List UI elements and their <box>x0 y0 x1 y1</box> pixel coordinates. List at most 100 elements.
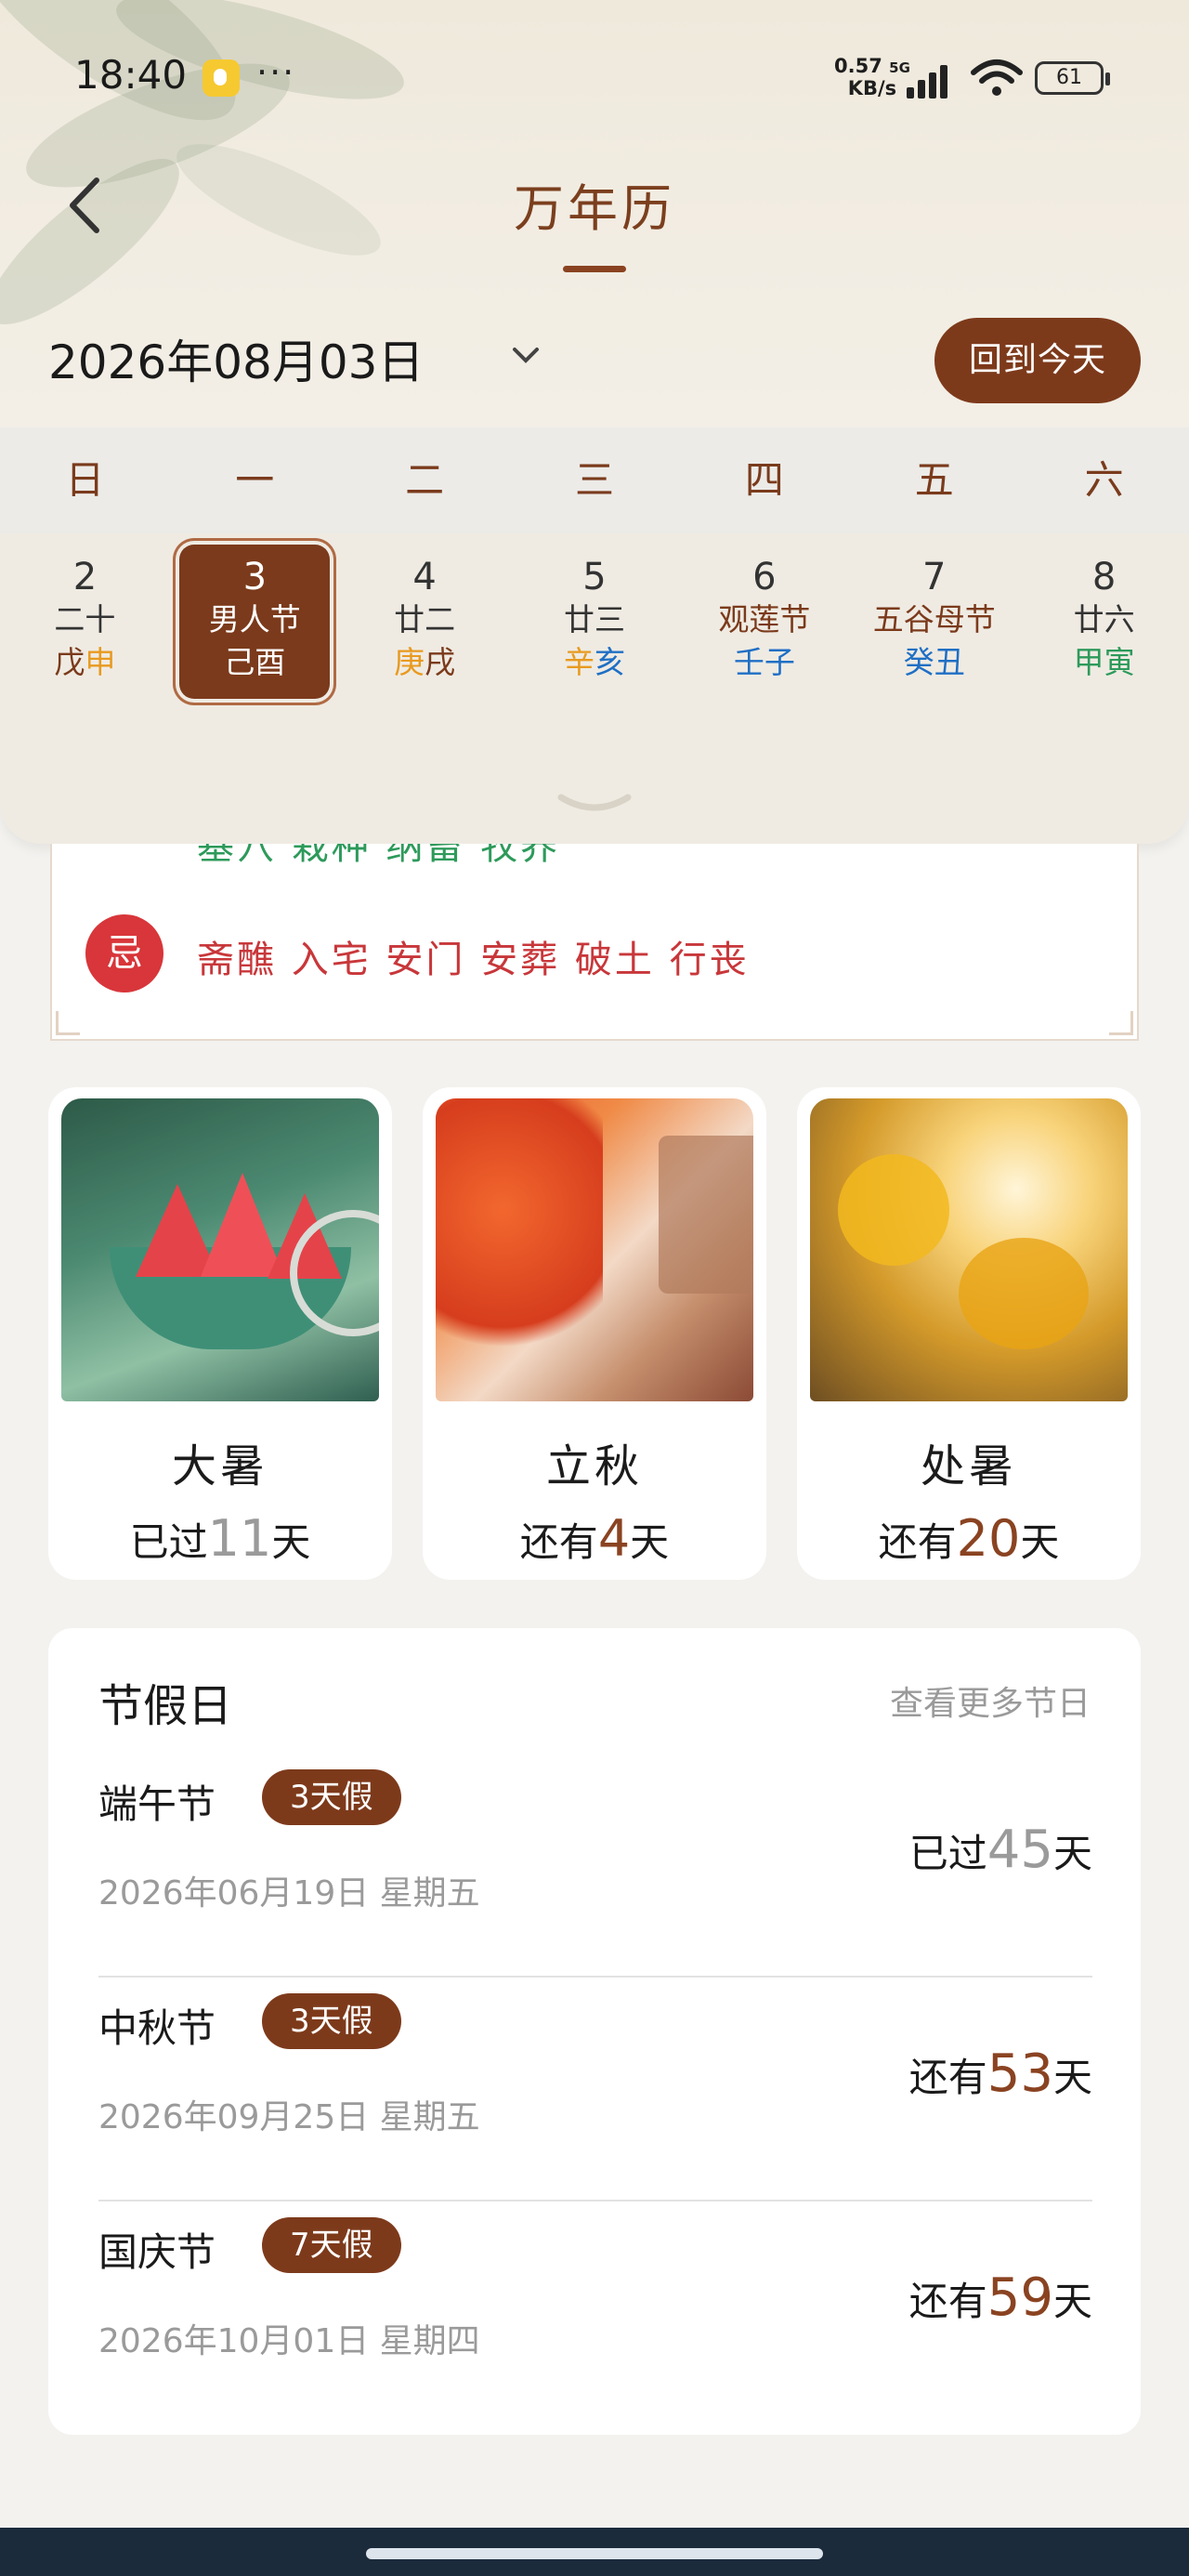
day-number: 3 <box>242 556 268 598</box>
calendar-day[interactable]: 7 五谷母节 癸丑 <box>849 545 1019 699</box>
page-title: 万年历 <box>514 179 675 238</box>
weekday-label: 五 <box>914 457 954 503</box>
app-notification-icon <box>203 59 240 97</box>
almanac-card[interactable]: 基穴 栽种 纳畜 牧养 忌 斋醮 入宅 安门 安葬 破土 行丧 <box>50 844 1139 1041</box>
wifi-icon <box>971 59 1023 96</box>
week-days-row: 2 二十 戊申 3 男人节 己酉 4 廿二 庚戌 5 廿三 辛亥 6 观莲节 壬子 7 五谷母节 癸丑 8 廿六 甲寅 <box>0 545 1189 699</box>
earthly-branch: 酉 <box>255 644 286 680</box>
divider <box>98 2200 1092 2201</box>
solar-term-card[interactable]: 大暑 已过11天 <box>48 1087 392 1580</box>
ganzhi-label: 辛亥 <box>510 641 680 684</box>
calendar-day[interactable]: 6 观莲节壬子 <box>679 545 849 699</box>
lunar-date: 廿二 <box>394 601 456 637</box>
weekday-label: 一 <box>235 457 275 503</box>
earthly-branch: 亥 <box>594 644 625 680</box>
holiday-name: 国庆节 <box>98 2229 216 2275</box>
countdown-prefix: 已过 <box>908 1831 987 1876</box>
weekday-label: 六 <box>1084 457 1124 503</box>
earthly-branch: 子 <box>764 644 795 680</box>
calendar-day[interactable]: 3 男人节己酉 <box>170 545 340 699</box>
home-indicator[interactable] <box>366 2548 823 2559</box>
countdown-suffix: 天 <box>1052 2055 1092 2100</box>
solar-term-card[interactable]: 处暑 还有20天 <box>797 1087 1141 1580</box>
day-number: 4 <box>412 556 437 598</box>
suitable-activities: 基穴 栽种 纳畜 牧养 <box>197 844 561 868</box>
corner-ornament <box>56 1011 80 1035</box>
lunar-date: 观莲节 <box>718 601 811 637</box>
heavenly-stem: 壬 <box>733 644 764 680</box>
holidays-card: 节假日 查看更多节日 端午节 3天假 2026年06月19日 星期五 已过45天… <box>48 1628 1141 2435</box>
heavenly-stem: 戊 <box>54 644 85 680</box>
countdown-suffix: 天 <box>1020 1519 1060 1565</box>
date-selector[interactable]: 2026年08月03日 <box>48 325 425 392</box>
holiday-countdown: 还有53天 <box>909 2044 1092 2104</box>
ginkgo-leaves-image <box>810 1098 1128 1401</box>
day-number: 6 <box>752 556 777 598</box>
expand-handle-icon[interactable] <box>555 792 634 816</box>
calendar-day[interactable]: 4 廿二庚戌 <box>340 545 510 699</box>
back-to-today-button[interactable]: 回到今天 <box>934 318 1141 403</box>
countdown-days: 59 <box>986 2267 1053 2328</box>
earthly-branch: 申 <box>85 644 116 680</box>
ganzhi-label: 戊申 <box>0 641 170 684</box>
chevron-down-icon[interactable] <box>509 344 542 366</box>
heavenly-stem: 庚 <box>394 644 425 680</box>
earthly-branch: 丑 <box>934 644 965 680</box>
avoid-badge: 忌 <box>85 914 163 992</box>
countdown-prefix: 还有 <box>878 1519 957 1565</box>
holiday-item[interactable]: 国庆节 7天假 2026年10月01日 星期四 还有59天 <box>98 2217 1092 2446</box>
network-speed: 0.57 5G KB/s <box>834 56 910 99</box>
status-bar: 18:40 ··· 0.57 5G KB/s 61 <box>0 0 1189 158</box>
maple-leaves-image <box>436 1098 753 1401</box>
countdown-suffix: 天 <box>1052 2279 1092 2324</box>
calendar-day[interactable]: 2 二十 戊申 <box>0 545 170 699</box>
weekday-header: 日 一 二 三 四 五 六 <box>0 427 1189 533</box>
heavenly-stem: 己 <box>224 644 255 680</box>
earthly-branch: 寅 <box>1104 644 1135 680</box>
ganzhi-label: 甲寅 <box>1019 641 1189 684</box>
holiday-countdown: 已过45天 <box>909 1820 1092 1880</box>
day-number: 2 <box>72 556 98 598</box>
countdown-prefix: 还有 <box>519 1519 598 1565</box>
network-speed-value: 0.57 <box>834 55 882 77</box>
day-number: 8 <box>1091 556 1117 598</box>
heavenly-stem: 甲 <box>1073 644 1104 680</box>
week-calendar: 2 二十 戊申 3 男人节 己酉 4 廿二 庚戌 5 廿三 辛亥 6 观莲节 壬子 7 五谷母节 癸丑 8 廿六 甲寅 <box>0 533 1189 844</box>
ganzhi-label: 己酉 <box>170 641 340 684</box>
countdown-days: 20 <box>956 1509 1021 1568</box>
divider <box>98 1976 1092 1978</box>
more-holidays-link[interactable]: 查看更多节日 <box>890 1676 1091 1725</box>
holiday-date: 2026年10月01日 星期四 <box>98 2322 480 2360</box>
battery-icon: 61 <box>1035 61 1110 95</box>
earthly-branch: 戌 <box>425 644 456 680</box>
day-number: 7 <box>922 556 947 598</box>
countdown-days: 11 <box>207 1509 272 1568</box>
holiday-name: 端午节 <box>98 1781 216 1827</box>
holiday-item[interactable]: 中秋节 3天假 2026年09月25日 星期五 还有53天 <box>98 1993 1092 2222</box>
solar-term-countdown: 还有4天 <box>436 1509 753 1568</box>
corner-ornament <box>1109 1011 1133 1035</box>
avoid-activities: 斋醮 入宅 安门 安葬 破土 行丧 <box>197 939 750 981</box>
status-time: 18:40 <box>74 52 188 98</box>
lunar-date: 男人节 <box>208 601 301 637</box>
calendar-day[interactable]: 8 廿六甲寅 <box>1019 545 1189 699</box>
solar-term-name: 处暑 <box>920 1440 1017 1492</box>
holiday-item[interactable]: 端午节 3天假 2026年06月19日 星期五 已过45天 <box>98 1769 1092 1998</box>
countdown-days: 45 <box>986 1820 1053 1880</box>
countdown-prefix: 已过 <box>129 1519 208 1565</box>
ganzhi-label: 庚戌 <box>340 641 510 684</box>
solar-term-countdown: 还有20天 <box>810 1509 1128 1568</box>
title-underline <box>563 266 626 272</box>
calendar-day[interactable]: 5 廿三 辛亥 <box>510 545 680 699</box>
weekday-label: 二 <box>405 457 445 503</box>
countdown-days: 4 <box>597 1509 631 1568</box>
holiday-countdown: 还有59天 <box>909 2267 1092 2328</box>
holiday-tag: 3天假 <box>262 1769 401 1825</box>
holiday-date: 2026年06月19日 星期五 <box>98 1874 480 1912</box>
watermelon-image <box>61 1098 379 1401</box>
lunar-date: 廿六 <box>1073 601 1135 637</box>
heavenly-stem: 辛 <box>564 644 594 680</box>
weekday-label: 四 <box>744 457 784 503</box>
solar-term-name: 立秋 <box>545 1440 643 1492</box>
solar-term-card[interactable]: 立秋 还有4天 <box>423 1087 766 1580</box>
